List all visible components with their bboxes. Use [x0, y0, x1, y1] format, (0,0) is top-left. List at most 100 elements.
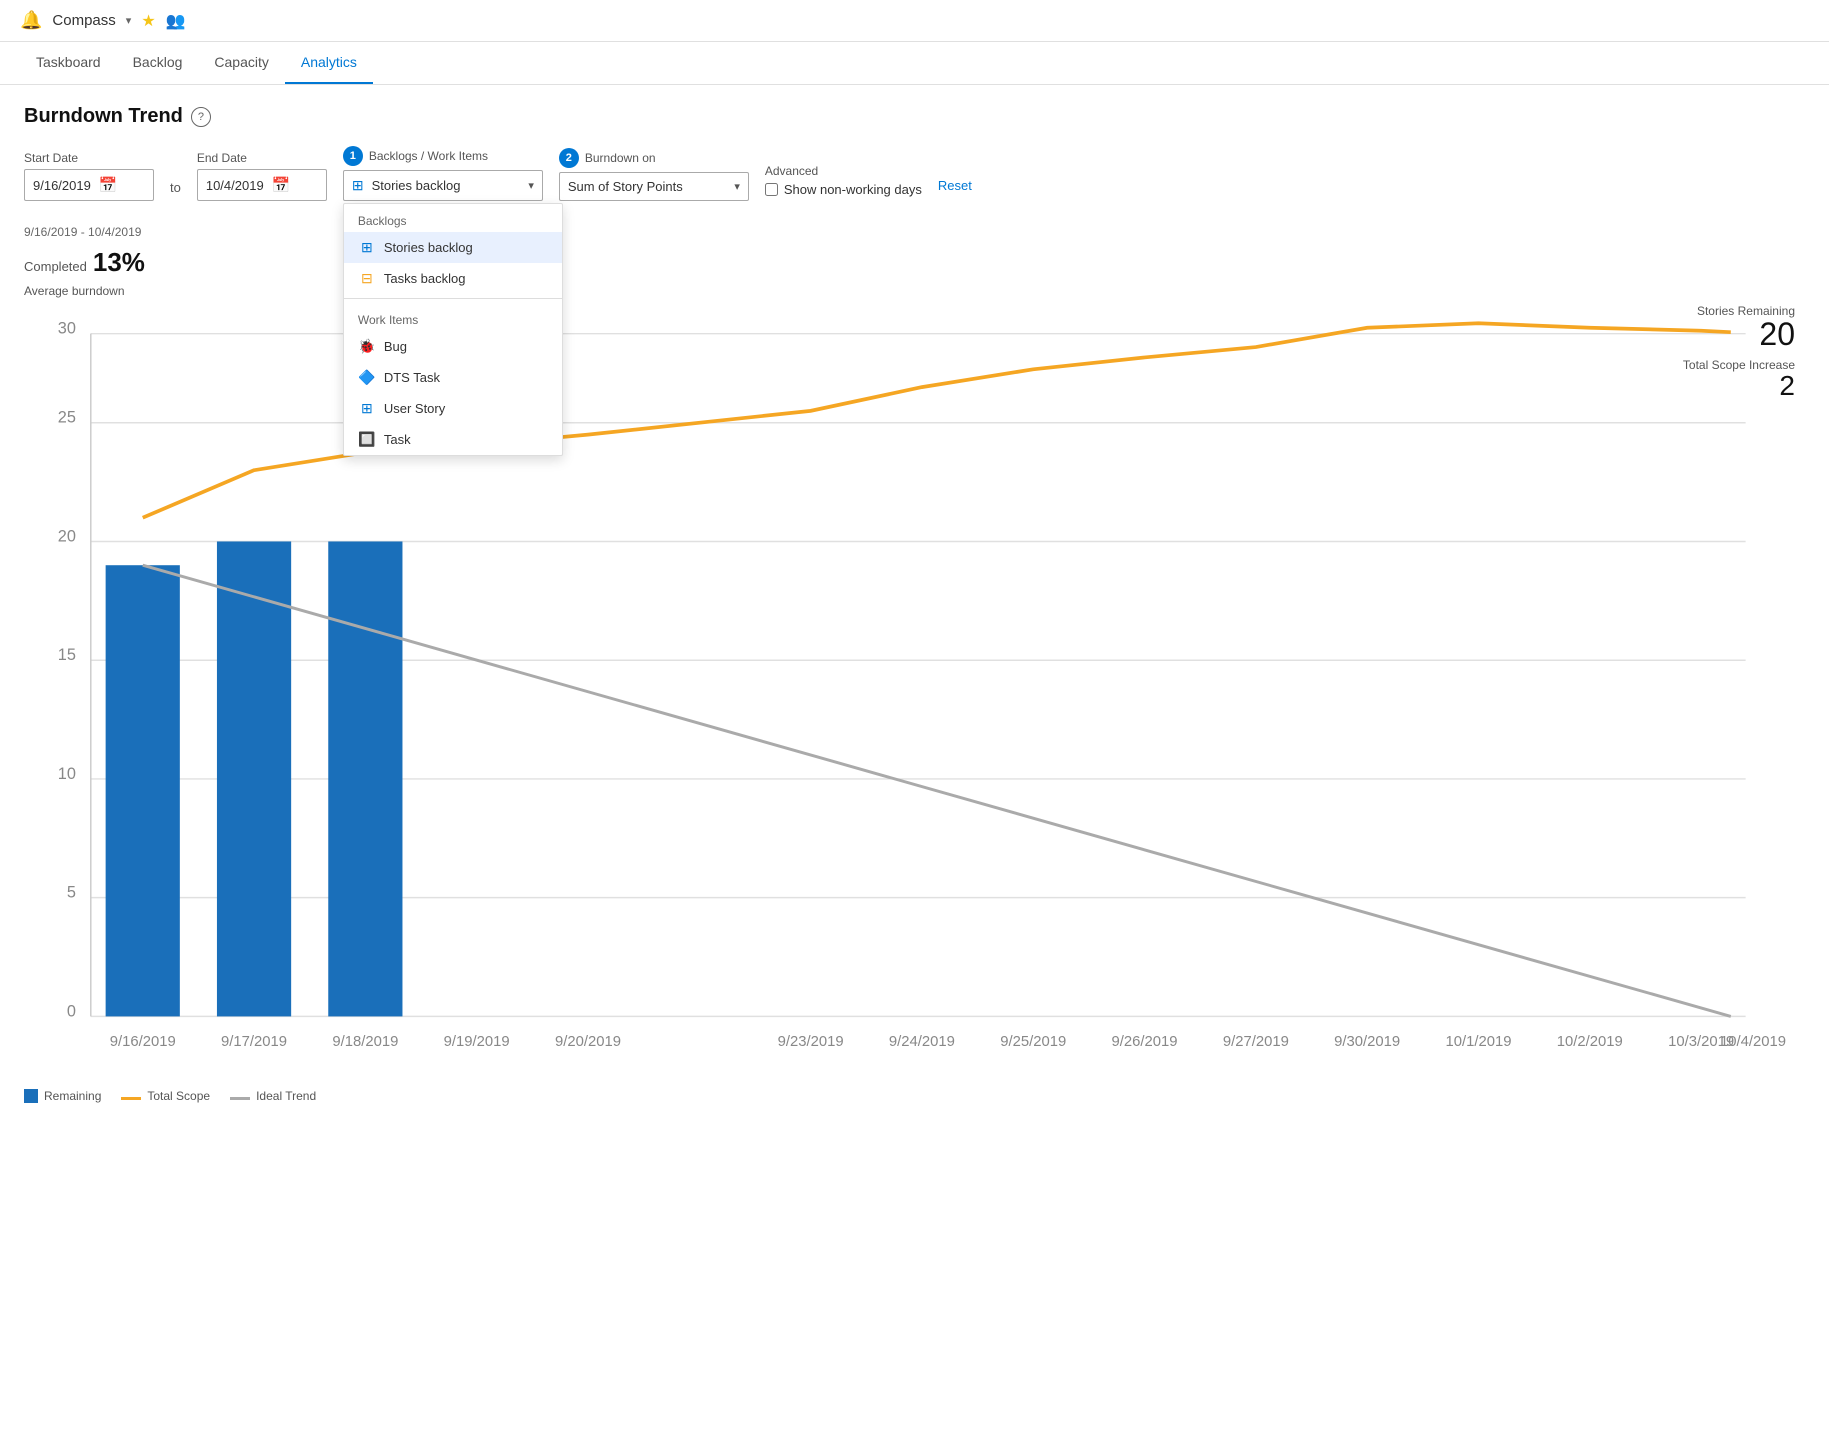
dropdown-item-stories-backlog[interactable]: ⊞ Stories backlog — [344, 232, 562, 263]
stories-backlog-icon: ⊞ — [358, 239, 376, 256]
backlogs-dropdown-button[interactable]: ⊞ Stories backlog ▾ — [343, 170, 543, 201]
task-label: Task — [384, 432, 411, 447]
bar-9-17 — [217, 541, 291, 1016]
svg-text:9/25/2019: 9/25/2019 — [1000, 1034, 1066, 1050]
app-icon: 🔔 — [20, 10, 42, 31]
svg-text:9/18/2019: 9/18/2019 — [332, 1034, 398, 1050]
svg-text:9/24/2019: 9/24/2019 — [889, 1034, 955, 1050]
burndown-dropdown-button[interactable]: Sum of Story Points ▾ — [559, 172, 749, 201]
svg-text:9/20/2019: 9/20/2019 — [555, 1034, 621, 1050]
start-calendar-icon[interactable]: 📅 — [99, 176, 118, 194]
dts-task-icon: 🔷 — [358, 369, 376, 386]
chart-info: 9/16/2019 - 10/4/2019 Completed 13% Aver… — [24, 225, 145, 298]
advanced-label: Advanced — [765, 164, 922, 178]
completed-value: 13% — [93, 247, 145, 278]
help-icon[interactable]: ? — [191, 107, 211, 127]
user-story-label: User Story — [384, 401, 445, 416]
remaining-color-swatch — [24, 1089, 38, 1103]
svg-text:10: 10 — [58, 765, 76, 783]
end-calendar-icon[interactable]: 📅 — [272, 176, 291, 194]
nav-tabs: Taskboard Backlog Capacity Analytics — [0, 42, 1829, 85]
avg-burndown-label: Average burndown — [24, 284, 125, 298]
start-date-input[interactable]: 9/16/2019 📅 — [24, 169, 154, 201]
stats-panel: Stories Remaining 20 Total Scope Increas… — [1683, 304, 1795, 408]
reset-button[interactable]: Reset — [938, 178, 972, 201]
backlogs-label: Backlogs / Work Items — [369, 149, 488, 163]
chart-legend: Remaining Total Scope Ideal Trend — [24, 1089, 1805, 1103]
dropdown-item-bug[interactable]: 🐞 Bug — [344, 331, 562, 362]
svg-text:10/2/2019: 10/2/2019 — [1557, 1034, 1623, 1050]
people-icon[interactable]: 👥 — [166, 11, 186, 31]
bug-icon: 🐞 — [358, 338, 376, 355]
svg-text:9/27/2019: 9/27/2019 — [1223, 1034, 1289, 1050]
to-label: to — [170, 180, 181, 201]
svg-text:15: 15 — [58, 646, 76, 664]
star-icon[interactable]: ★ — [141, 11, 155, 31]
backlogs-dropdown-menu: Backlogs ⊞ Stories backlog ⊟ Tasks backl… — [343, 203, 563, 456]
burndown-group: 2 Burndown on Sum of Story Points ▾ — [559, 148, 749, 201]
svg-text:0: 0 — [67, 1002, 76, 1020]
total-scope-value: 2 — [1683, 372, 1795, 400]
show-non-working-label[interactable]: Show non-working days — [784, 182, 922, 197]
chart-container: Stories Remaining 20 Total Scope Increas… — [24, 304, 1805, 1079]
controls-row: Start Date 9/16/2019 📅 to End Date 10/4/… — [24, 146, 1805, 201]
stories-remaining-value: 20 — [1683, 318, 1795, 350]
bar-9-18 — [328, 541, 402, 1016]
svg-text:20: 20 — [58, 527, 76, 545]
dropdown-item-task[interactable]: 🔲 Task — [344, 424, 562, 455]
total-scope-color-swatch — [121, 1097, 141, 1100]
ideal-trend-color-swatch — [230, 1097, 250, 1100]
burndown-label-row: 2 Burndown on — [559, 148, 749, 168]
svg-text:10/1/2019: 10/1/2019 — [1445, 1034, 1511, 1050]
page-title: Burndown Trend — [24, 105, 183, 128]
tab-backlog[interactable]: Backlog — [117, 42, 199, 84]
bug-label: Bug — [384, 339, 407, 354]
svg-text:9/30/2019: 9/30/2019 — [1334, 1034, 1400, 1050]
dropdown-divider — [344, 298, 562, 299]
show-non-working-checkbox[interactable] — [765, 183, 778, 196]
dts-task-label: DTS Task — [384, 370, 440, 385]
app-chevron[interactable]: ▾ — [126, 14, 132, 27]
workitems-section-label: Work Items — [344, 303, 562, 331]
svg-text:9/26/2019: 9/26/2019 — [1112, 1034, 1178, 1050]
svg-text:9/23/2019: 9/23/2019 — [778, 1034, 844, 1050]
legend-ideal-trend: Ideal Trend — [230, 1089, 316, 1103]
burndown-selected-text: Sum of Story Points — [568, 179, 726, 194]
backlogs-selected-text: Stories backlog — [372, 178, 521, 193]
backlogs-section-label: Backlogs — [344, 204, 562, 232]
stories-backlog-label: Stories backlog — [384, 240, 473, 255]
start-date-group: Start Date 9/16/2019 📅 — [24, 151, 154, 201]
completed-label: Completed — [24, 259, 87, 274]
svg-text:10/4/2019: 10/4/2019 — [1720, 1034, 1786, 1050]
app-name: Compass — [52, 12, 115, 29]
dropdown-item-dts-task[interactable]: 🔷 DTS Task — [344, 362, 562, 393]
advanced-group: Advanced Show non-working days — [765, 164, 922, 201]
title-row: Burndown Trend ? — [24, 105, 1805, 128]
task-icon: 🔲 — [358, 431, 376, 448]
end-date-input[interactable]: 10/4/2019 📅 — [197, 169, 327, 201]
chart-area: 9/16/2019 - 10/4/2019 Completed 13% Aver… — [24, 225, 1805, 1103]
backlog-icon: ⊞ — [352, 177, 364, 194]
bar-9-16 — [106, 565, 180, 1016]
burndown-chart: 0 5 10 15 20 25 30 — [24, 304, 1805, 1076]
tasks-backlog-label: Tasks backlog — [384, 271, 466, 286]
start-date-value: 9/16/2019 — [33, 178, 91, 193]
remaining-legend-label: Remaining — [44, 1089, 101, 1103]
top-bar: 🔔 Compass ▾ ★ 👥 — [0, 0, 1829, 42]
tab-taskboard[interactable]: Taskboard — [20, 42, 117, 84]
dropdown-item-tasks-backlog[interactable]: ⊟ Tasks backlog — [344, 263, 562, 294]
legend-total-scope: Total Scope — [121, 1089, 210, 1103]
show-non-working-row: Show non-working days — [765, 182, 922, 201]
tab-analytics[interactable]: Analytics — [285, 42, 373, 84]
legend-remaining: Remaining — [24, 1089, 101, 1103]
total-scope-label: Total Scope Increase — [1683, 358, 1795, 372]
dropdown-item-user-story[interactable]: ⊞ User Story — [344, 393, 562, 424]
tasks-backlog-icon: ⊟ — [358, 270, 376, 287]
end-date-label: End Date — [197, 151, 327, 165]
backlogs-chevron-icon: ▾ — [528, 179, 534, 192]
tab-capacity[interactable]: Capacity — [198, 42, 284, 84]
svg-text:9/19/2019: 9/19/2019 — [444, 1034, 510, 1050]
end-date-value: 10/4/2019 — [206, 178, 264, 193]
backlogs-dropdown-group: 1 Backlogs / Work Items ⊞ Stories backlo… — [343, 146, 543, 201]
svg-text:9/16/2019: 9/16/2019 — [110, 1034, 176, 1050]
